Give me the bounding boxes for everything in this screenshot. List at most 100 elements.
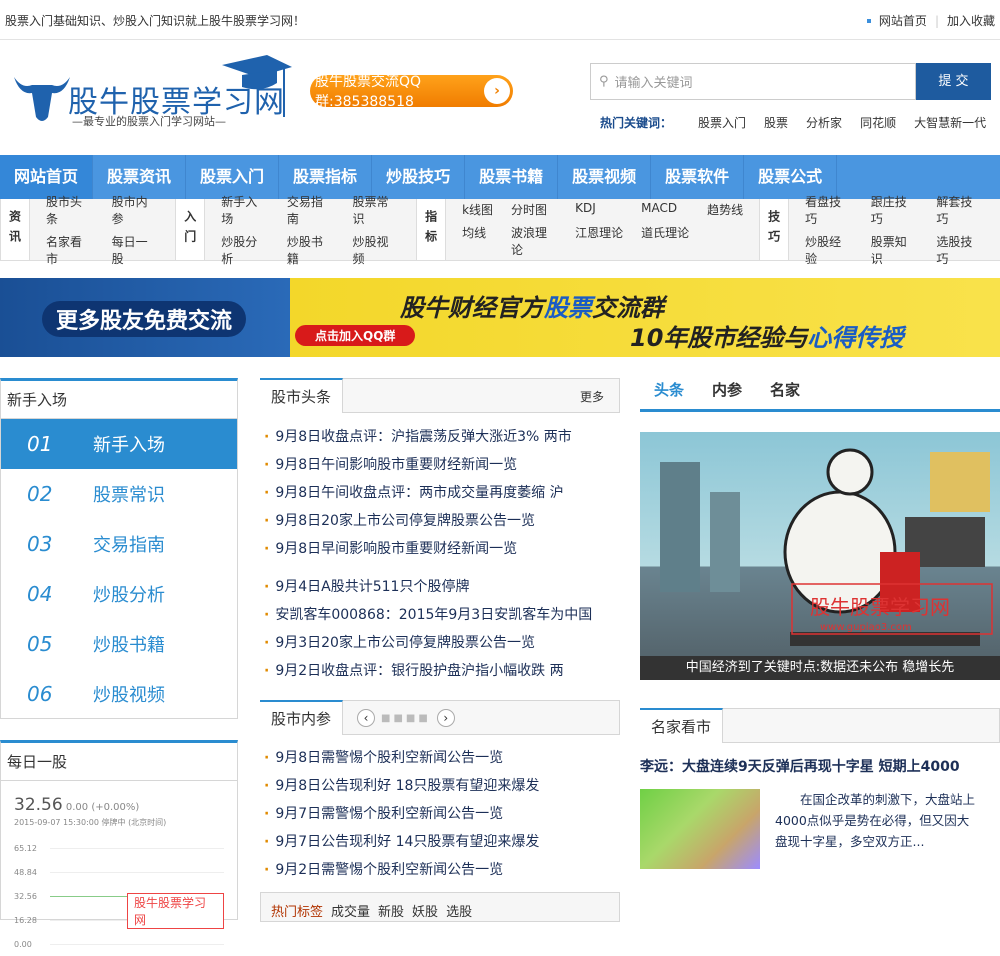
subnav-link[interactable]: 炒股分析 [221,233,269,267]
news-item[interactable]: 9月8日需警惕个股利空新闻公告一览 [264,744,539,772]
subnav-link[interactable]: k线图 [462,201,493,218]
subnav-link[interactable]: 炒股视频 [352,233,400,267]
graduation-cap-icon [222,55,292,117]
y-tick-label: 65.12 [14,843,37,853]
tab-mingjia[interactable]: 名家 [756,378,814,409]
bookmark-link[interactable]: 加入收藏 [947,12,995,29]
search-submit-button[interactable]: 提 交 [916,63,991,100]
menu-item-label: 炒股视频 [93,685,165,706]
hot-tag[interactable]: 成交量 [331,901,370,920]
subnav-group: 新手入场 交易指南 股票常识炒股分析 炒股书籍 炒股视频 [205,195,416,266]
news-item[interactable]: 9月3日20家上市公司停复牌股票公告一览 [264,629,592,657]
y-tick-label: 48.84 [14,867,37,877]
beginner-menu-item[interactable]: 04 炒股分析 [1,569,237,619]
subnav-link[interactable]: 道氏理论 [641,224,689,258]
subnav-link[interactable]: 均线 [462,224,493,258]
beginner-menu-item[interactable]: 01 新手入场 [1,419,237,469]
subnav-group: 股市头条 股市内参 名家看市 每日一股 [30,195,175,266]
more-link[interactable]: 更多 [580,388,604,405]
mingjia-thumbnail[interactable] [640,789,760,869]
mingjia-header: 名家看市 [640,708,1000,743]
sub-nav: 资讯 股市头条 股市内参 名家看市 每日一股 入门 新手入场 交易指南 股票常识 炒股分析 炒股书籍… [0,195,1000,266]
feature-caption[interactable]: 中国经济到了关键时点:数据还未公布 稳增长先 [640,656,1000,680]
hot-keyword[interactable]: 同花顺 [860,114,896,131]
news-item[interactable]: 9月8日公告现利好 18只股票有望迎来爆发 [264,772,539,800]
home-link[interactable]: 网站首页 [879,12,927,29]
hot-keyword[interactable]: 分析家 [806,114,842,131]
subnav-link[interactable]: 股票知识 [871,233,919,267]
subnav-link[interactable]: 每日一股 [112,233,160,267]
stock-change: 0.00 [65,802,89,813]
subnav-link[interactable]: 股票常识 [352,193,400,227]
site-logo[interactable]: 股牛股票学习网 —最专业的股票入门学习网站— [12,55,292,128]
watermark: 股牛股票学习网 [127,893,224,929]
subnav-link[interactable]: 股市头条 [46,193,94,227]
news-item[interactable]: 9月8日早间影响股市重要财经新闻一览 [264,535,572,563]
subnav-link[interactable]: 波浪理论 [511,224,557,258]
headlines-header: 股市头条 更多 [260,378,620,413]
tab-neican[interactable]: 内参 [698,378,756,409]
menu-item-label: 炒股分析 [93,585,165,606]
news-item[interactable]: 9月2日需警惕个股利空新闻公告一览 [264,856,539,884]
hot-keyword[interactable]: 股票 [764,114,788,131]
news-item[interactable]: 9月7日公告现利好 14只股票有望迎来爆发 [264,828,539,856]
subnav-link[interactable]: 跟庄技巧 [871,193,919,227]
stock-tz: (北京时间) [128,818,167,827]
subnav-link[interactable]: 炒股书籍 [287,233,335,267]
subnav-link[interactable]: 名家看市 [46,233,94,267]
feature-image[interactable]: 股牛股票学习网 www.gupiao3.com [640,432,1000,656]
subnav-link[interactable]: KDJ [575,201,623,218]
bullet-icon [866,18,871,23]
qq-group-button[interactable]: 股牛股票交流QQ群:385388518 › [310,74,513,110]
subnav-link[interactable]: 看盘技巧 [805,193,853,227]
tab-mingjia-kanshi[interactable]: 名家看市 [640,708,724,743]
subnav-category: 指标 [416,199,447,260]
subnav-category: 技巧 [759,199,790,260]
subnav-link[interactable]: 新手入场 [221,193,269,227]
search-input[interactable]: ⚲ 请输入关键词 [590,63,916,100]
subnav-link[interactable]: 交易指南 [287,193,335,227]
subnav-link[interactable]: 分时图 [511,201,557,218]
hot-keyword[interactable]: 大智慧新一代 [914,114,986,131]
subnav-link[interactable]: 炒股经验 [805,233,853,267]
news-item[interactable]: 9月8日午间影响股市重要财经新闻一览 [264,451,572,479]
next-arrow-icon[interactable]: › [436,709,455,727]
prev-arrow-icon[interactable]: ‹ [357,709,375,727]
qq-group-banner[interactable]: 更多股友免费交流 点击加入QQ群 股牛财经官方股票交流群 10年股市经验与心得传… [0,278,1000,357]
bull-icon [14,77,70,121]
hot-tag[interactable]: 新股 [378,901,404,920]
beginner-menu-item[interactable]: 05 炒股书籍 [1,619,237,669]
subnav-link[interactable]: 选股技巧 [936,233,984,267]
subnav-link[interactable]: 趋势线 [707,201,743,218]
news-item[interactable]: 9月8日20家上市公司停复牌股票公告一览 [264,507,572,535]
subnav-link[interactable]: 股市内参 [112,193,160,227]
nav-item[interactable]: 股票软件 [651,155,745,199]
hot-tag[interactable]: 妖股 [412,901,438,920]
news-item[interactable]: 9月8日午间收盘点评：两市成交量再度萎缩 沪 [264,479,572,507]
daily-stock-chart[interactable]: 32.56 0.00 (+0.00%) 2015-09-07 15:30:00 … [14,795,224,956]
tab-headlines[interactable]: 股市头条 [260,378,344,413]
subnav-link[interactable]: 江恩理论 [575,224,623,258]
banner-join-button[interactable]: 点击加入QQ群 [295,325,416,346]
news-item[interactable]: 安凯客车000868：2015年9月3日安凯客车为中国 [264,601,592,629]
menu-item-number: 02 [27,482,53,506]
news-item[interactable]: 9月4日A股共计511只个股停牌 [264,573,592,601]
subnav-link[interactable]: MACD [641,201,689,218]
daily-stock-title: 每日一股 [1,743,237,781]
news-item[interactable]: 9月8日收盘点评：沪指震荡反弹大涨近3% 两市 [264,423,571,451]
pager-dots[interactable]: ■■■■ [381,713,431,724]
nav-item[interactable]: 股票书籍 [465,155,559,199]
hot-tag[interactable]: 选股 [446,901,472,920]
beginner-menu-item[interactable]: 02 股票常识 [1,469,237,519]
tab-toutiao[interactable]: 头条 [640,378,698,409]
beginner-menu-item[interactable]: 06 炒股视频 [1,669,237,719]
subnav-link[interactable]: 解套技巧 [936,193,984,227]
mingjia-headline[interactable]: 李远：大盘连续9天反弹后再现十字星 短期上4000 [640,756,960,776]
beginner-menu-item[interactable]: 03 交易指南 [1,519,237,569]
tab-neican[interactable]: 股市内参 [260,700,344,735]
nav-item[interactable]: 股票视频 [558,155,652,199]
hot-keyword[interactable]: 股票入门 [698,114,746,131]
news-item[interactable]: 9月2日收盘点评：银行股护盘沪指小幅收跌 两 [264,657,592,685]
news-item[interactable]: 9月7日需警惕个股利空新闻公告一览 [264,800,539,828]
chart-gridline: 0.00 [14,932,224,956]
